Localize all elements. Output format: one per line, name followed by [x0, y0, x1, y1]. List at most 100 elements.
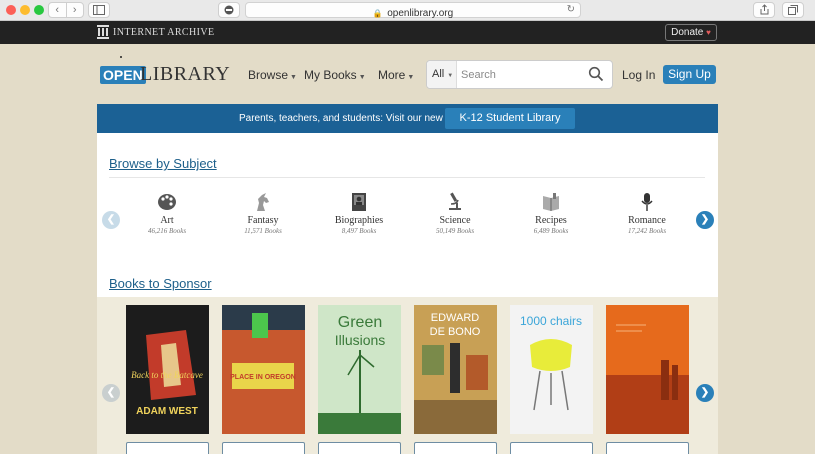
book-title-text: Green: [338, 314, 382, 331]
menu-more-label: More: [378, 68, 406, 82]
address-text: openlibrary.org: [387, 8, 454, 19]
tab-overview-button[interactable]: [782, 2, 804, 18]
book-cover[interactable]: 1000 chairs: [510, 305, 593, 434]
book-cover[interactable]: PLACE IN OREGON: [222, 305, 305, 434]
subject-recipes[interactable]: Recipes 6,489 Books: [504, 192, 598, 235]
book-cover-art: EDWARD DE BONO: [414, 305, 497, 434]
subject-name: Recipes: [535, 215, 567, 226]
sidebar-button[interactable]: [88, 2, 110, 18]
subjects-prev-arrow[interactable]: ❮: [102, 211, 120, 229]
menu-my-books[interactable]: My Books ▼: [304, 68, 366, 82]
book-cover-art: Green Illusions: [318, 305, 401, 434]
book-cover[interactable]: Green Illusions: [318, 305, 401, 434]
books-to-sponsor-title[interactable]: Books to Sponsor: [109, 276, 212, 291]
book-author-text: EDWARD: [431, 312, 480, 324]
donate-label: Donate: [671, 27, 704, 38]
subject-count: 46,216 Books: [147, 227, 187, 235]
k12-student-library-button[interactable]: K-12 Student Library: [445, 108, 575, 129]
sponsor-book-button[interactable]: [318, 442, 401, 454]
close-window-button[interactable]: [6, 5, 16, 15]
subject-name: Science: [439, 215, 471, 226]
history-nav: ‹ ›: [48, 2, 84, 18]
portrait-book-icon: [352, 193, 366, 211]
sign-up-button[interactable]: Sign Up: [663, 65, 716, 84]
subject-art[interactable]: Art 46,216 Books: [120, 192, 214, 235]
caret-down-icon: ▼: [447, 73, 454, 79]
browse-by-subject-title[interactable]: Browse by Subject: [109, 156, 217, 171]
search-scope-select[interactable]: All ▼: [427, 61, 457, 88]
logo-open[interactable]: OPEN: [100, 66, 146, 84]
back-button[interactable]: ‹: [49, 3, 66, 17]
subject-science[interactable]: Science 50,149 Books: [408, 192, 502, 235]
donate-button[interactable]: Donate ♥: [665, 24, 717, 41]
archive-building-icon[interactable]: [97, 25, 109, 39]
internet-archive-link[interactable]: INTERNET ARCHIVE: [113, 27, 215, 38]
heart-icon: ♥: [706, 28, 711, 37]
subjects-next-arrow[interactable]: ❯: [696, 211, 714, 229]
address-bar[interactable]: 🔒 openlibrary.org ↻: [245, 2, 581, 19]
search-input[interactable]: [458, 65, 578, 84]
browser-toolbar: ‹ › 🔒 openlibrary.org ↻: [0, 0, 815, 21]
unicorn-icon: [257, 193, 269, 211]
internet-archive-bar: INTERNET ARCHIVE Donate ♥: [0, 21, 815, 44]
books-next-arrow[interactable]: ❯: [696, 384, 714, 402]
sponsor-book-button[interactable]: [222, 442, 305, 454]
caret-down-icon: ▼: [358, 74, 366, 81]
search-box: All ▼: [426, 60, 613, 89]
subject-count: 8,497 Books: [341, 227, 377, 235]
palette-icon: [158, 194, 176, 210]
menu-my-books-label: My Books: [304, 68, 357, 82]
subject-name: Romance: [628, 215, 666, 226]
log-in-link[interactable]: Log In: [622, 68, 655, 82]
sponsor-book-button[interactable]: [414, 442, 497, 454]
book-cover-art: PLACE IN OREGON: [222, 305, 305, 434]
main-content: Parents, teachers, and students: Visit o…: [97, 104, 718, 454]
search-icon[interactable]: [588, 66, 604, 82]
lock-icon: 🔒: [372, 9, 383, 18]
book-cover[interactable]: EDWARD DE BONO: [414, 305, 497, 434]
share-button[interactable]: [753, 2, 775, 18]
book-cover[interactable]: Back to the Batcave ADAM WEST: [126, 305, 209, 434]
book-cover-art: [606, 305, 689, 434]
book-author-text: ADAM WEST: [136, 406, 198, 417]
sidebar-icon: [93, 5, 105, 15]
subject-fantasy[interactable]: Fantasy 11,571 Books: [216, 192, 310, 235]
book-title-text: Illusions: [335, 332, 386, 348]
logo-dot: [120, 56, 122, 58]
menu-browse[interactable]: Browse ▼: [248, 68, 297, 82]
logo-library[interactable]: LIBRARY: [140, 63, 230, 86]
subject-name: Biographies: [334, 215, 384, 226]
book-title-text: 1000 chairs: [520, 314, 582, 328]
tabs-icon: [788, 5, 798, 15]
book-cover-art: 1000 chairs: [510, 305, 593, 434]
caret-down-icon: ▼: [407, 74, 415, 81]
books-to-sponsor-carousel: ❮ ❯ Back to the Batcave ADAM WEST PLACE …: [97, 297, 718, 454]
microphone-icon: [641, 193, 653, 211]
search-scope-label: All: [432, 68, 445, 80]
sponsor-book-button[interactable]: [510, 442, 593, 454]
menu-browse-label: Browse: [248, 68, 289, 82]
recipe-book-icon: [543, 193, 559, 211]
reload-icon[interactable]: ↻: [567, 3, 575, 17]
sponsor-book-button[interactable]: [606, 442, 689, 454]
banner-text: Parents, teachers, and students: Visit o…: [239, 113, 443, 124]
subject-count: 11,571 Books: [244, 227, 282, 235]
subject-romance[interactable]: Romance 17,242 Books: [600, 192, 694, 235]
menu-more[interactable]: More ▼: [378, 68, 414, 82]
sponsor-book-button[interactable]: [126, 442, 209, 454]
subject-count: 50,149 Books: [435, 227, 475, 235]
forward-button[interactable]: ›: [65, 3, 84, 17]
zoom-window-button[interactable]: [34, 5, 44, 15]
minimize-window-button[interactable]: [20, 5, 30, 15]
privacy-report-button[interactable]: [218, 2, 240, 18]
caret-down-icon: ▼: [290, 74, 297, 81]
microscope-icon: [449, 192, 461, 210]
book-title-text: PLACE IN OREGON: [230, 374, 296, 381]
book-author-text: DE BONO: [430, 326, 481, 338]
book-cover-art: Back to the Batcave ADAM WEST: [126, 305, 209, 434]
book-cover[interactable]: [606, 305, 689, 434]
books-prev-arrow[interactable]: ❮: [102, 384, 120, 402]
subject-biographies[interactable]: Biographies 8,497 Books: [312, 192, 406, 235]
section-divider: [109, 177, 705, 178]
share-icon: [760, 4, 768, 15]
